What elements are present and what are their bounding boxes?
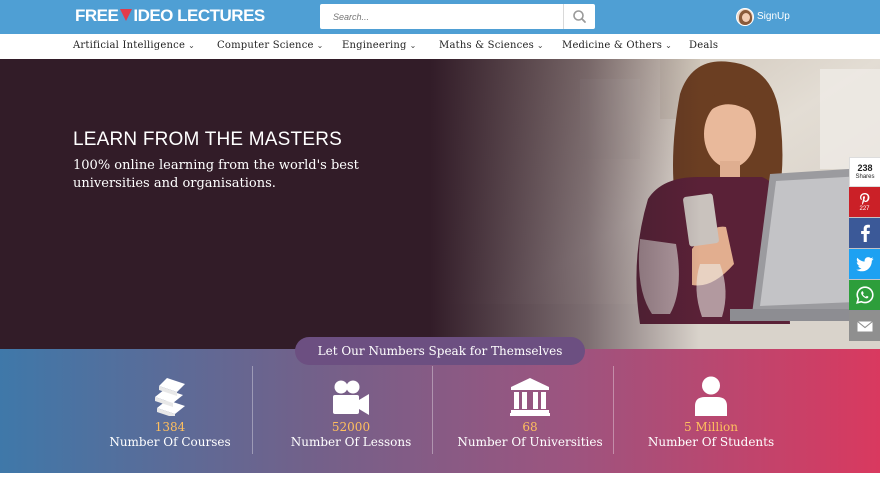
search-icon — [573, 10, 586, 23]
share-total: 238 — [857, 162, 873, 173]
chevron-down-icon: ⌄ — [188, 41, 195, 50]
stats-heading: Let Our Numbers Speak for Themselves — [295, 337, 585, 365]
hero-photo — [430, 59, 880, 349]
search-button[interactable] — [564, 4, 595, 29]
nav-item-maths-sciences[interactable]: Maths & Sciences ⌄ — [439, 40, 544, 51]
hero-title: LEARN FROM THE MASTERS — [73, 129, 343, 150]
nav-item-label: Computer Science — [217, 40, 314, 51]
top-header-bar: FREE IDEO LECTURES SignUp — [0, 0, 880, 34]
avatar — [736, 7, 754, 26]
share-count: 238 Shares — [849, 157, 880, 187]
nav-item-label: Deals — [689, 40, 719, 51]
stat-label: Number Of Universities — [457, 435, 603, 449]
site-logo[interactable]: FREE IDEO LECTURES — [75, 6, 265, 28]
nav-item-deals[interactable]: Deals — [689, 40, 718, 51]
stat-label: Number Of Lessons — [290, 435, 412, 449]
stat-value: 5 Million — [683, 420, 739, 434]
stat-lessons: 52000 Number Of Lessons — [261, 374, 441, 450]
nav-item-artificial-intelligence[interactable]: Artificial Intelligence ⌄ — [73, 40, 195, 51]
main-nav: Artificial Intelligence ⌄ Computer Scienc… — [0, 34, 880, 59]
stat-value: 52000 — [331, 420, 371, 434]
hero-banner: LEARN FROM THE MASTERS 100% online learn… — [0, 59, 880, 349]
twitter-share-button[interactable] — [849, 249, 880, 279]
logo-text-lectures: IDEO LECTURES — [133, 6, 265, 25]
logo-play-icon — [120, 9, 133, 21]
share-total-label: Shares — [855, 173, 875, 180]
video-camera-icon — [333, 380, 369, 415]
twitter-icon — [855, 256, 873, 271]
email-share-button[interactable] — [849, 311, 880, 341]
pinterest-share-button[interactable]: 227 — [849, 187, 880, 217]
stat-courses: 1384 Number Of Courses — [80, 374, 260, 450]
whatsapp-share-button[interactable] — [849, 280, 880, 310]
facebook-share-button[interactable] — [849, 218, 880, 248]
whatsapp-icon — [855, 286, 874, 304]
nav-item-label: Maths & Sciences — [439, 40, 534, 51]
chevron-down-icon: ⌄ — [316, 41, 324, 50]
search-box — [320, 4, 595, 29]
stat-label: Number Of Courses — [109, 435, 231, 449]
pinterest-icon — [859, 192, 869, 205]
nav-item-medicine-others[interactable]: Medicine & Others ⌄ — [562, 40, 672, 51]
stat-students: 5 Million Number Of Students — [621, 374, 801, 450]
books-icon — [155, 378, 185, 416]
facebook-icon — [860, 224, 870, 242]
signup-label: SignUp — [757, 11, 790, 22]
student-icon — [695, 376, 727, 416]
nav-item-label: Artificial Intelligence — [73, 40, 186, 51]
nav-item-engineering[interactable]: Engineering ⌄ — [342, 40, 417, 51]
chevron-down-icon: ⌄ — [665, 41, 672, 50]
stat-label: Number Of Students — [647, 435, 775, 449]
hero-subtitle: 100% online learning from the world's be… — [73, 158, 359, 191]
search-input[interactable] — [320, 4, 564, 29]
chevron-down-icon: ⌄ — [536, 41, 544, 50]
chevron-down-icon: ⌄ — [409, 41, 417, 50]
stat-universities: 68 Number Of Universities — [440, 374, 620, 450]
university-icon — [510, 378, 550, 416]
logo-text-free: FREE — [75, 6, 119, 25]
nav-item-computer-science[interactable]: Computer Science ⌄ — [217, 40, 324, 51]
nav-item-label: Medicine & Others — [562, 40, 663, 51]
stat-value: 1384 — [154, 420, 186, 434]
signup-link[interactable]: SignUp — [736, 7, 790, 26]
nav-item-label: Engineering — [342, 40, 407, 51]
pinterest-count: 227 — [859, 205, 870, 212]
stat-value: 68 — [522, 420, 538, 434]
email-icon — [856, 320, 873, 331]
